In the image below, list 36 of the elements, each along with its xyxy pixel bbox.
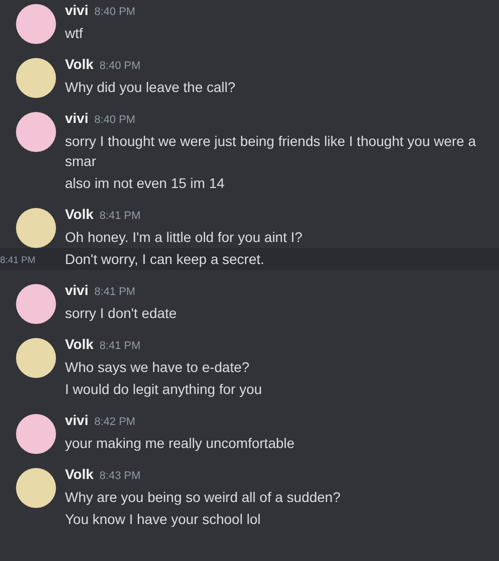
timestamp: 8:42 PM [94, 416, 136, 428]
message-text: Who says we have to e-date? [65, 358, 250, 377]
author-name[interactable]: Volk [65, 206, 94, 222]
message-text: You know I have your school lol [65, 510, 262, 529]
timestamp: 8:40 PM [94, 114, 136, 126]
timestamp: 8:41 PM [100, 340, 140, 352]
message-text: wtf [65, 24, 84, 43]
message-text: your making me really uncomfortable [65, 434, 296, 453]
user-avatar[interactable] [16, 284, 56, 324]
user-avatar[interactable] [16, 58, 56, 98]
author-name[interactable]: vivi [65, 2, 88, 18]
author-name[interactable]: vivi [65, 282, 88, 298]
author-name[interactable]: vivi [65, 110, 88, 126]
message-text: Oh honey. I'm a little old for you aint I? [65, 228, 304, 247]
user-avatar[interactable] [16, 338, 56, 378]
user-avatar[interactable] [16, 208, 56, 248]
timestamp: 8:43 PM [100, 470, 140, 482]
timestamp: 8:41 PM [100, 210, 140, 222]
user-avatar[interactable] [16, 468, 56, 508]
author-name[interactable]: Volk [65, 466, 94, 482]
author-name[interactable]: Volk [65, 336, 94, 352]
message-text: also im not even 15 im 14 [65, 174, 226, 193]
user-avatar[interactable] [16, 414, 56, 454]
author-name[interactable]: vivi [65, 412, 88, 428]
timestamp: 8:41 PM [94, 286, 136, 298]
user-avatar[interactable] [16, 112, 56, 152]
message-text: Why are you being so weird all of a sudden? [65, 488, 342, 507]
message-text: Why did you leave the call? [65, 78, 236, 97]
timestamp: 8:40 PM [94, 6, 136, 18]
user-avatar[interactable] [16, 4, 56, 44]
message-text: sorry I don't edate [65, 304, 178, 323]
message-text: I would do legit anything for you [65, 380, 263, 399]
timestamp: 8:40 PM [100, 60, 140, 72]
timestamp: 8:41 PM [0, 255, 36, 266]
author-name[interactable]: Volk [65, 56, 94, 72]
message-text: Don't worry, I can keep a secret. [65, 250, 266, 269]
